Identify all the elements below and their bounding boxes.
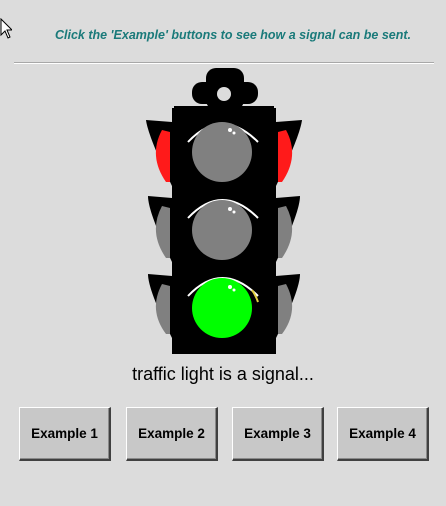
example-3-button[interactable]: Example 3	[232, 407, 324, 461]
right-flaps	[276, 120, 302, 338]
example-1-button[interactable]: Example 1	[19, 407, 111, 461]
left-flaps	[146, 120, 172, 338]
cursor-icon	[0, 18, 12, 39]
example-4-button[interactable]: Example 4	[337, 407, 429, 461]
traffic-light	[146, 68, 302, 354]
caption-text: traffic light is a signal...	[132, 364, 314, 384]
example-2-button[interactable]: Example 2	[126, 407, 218, 461]
instruction-text: Click the 'Example' buttons to see how a…	[54, 28, 412, 42]
divider	[14, 62, 434, 64]
